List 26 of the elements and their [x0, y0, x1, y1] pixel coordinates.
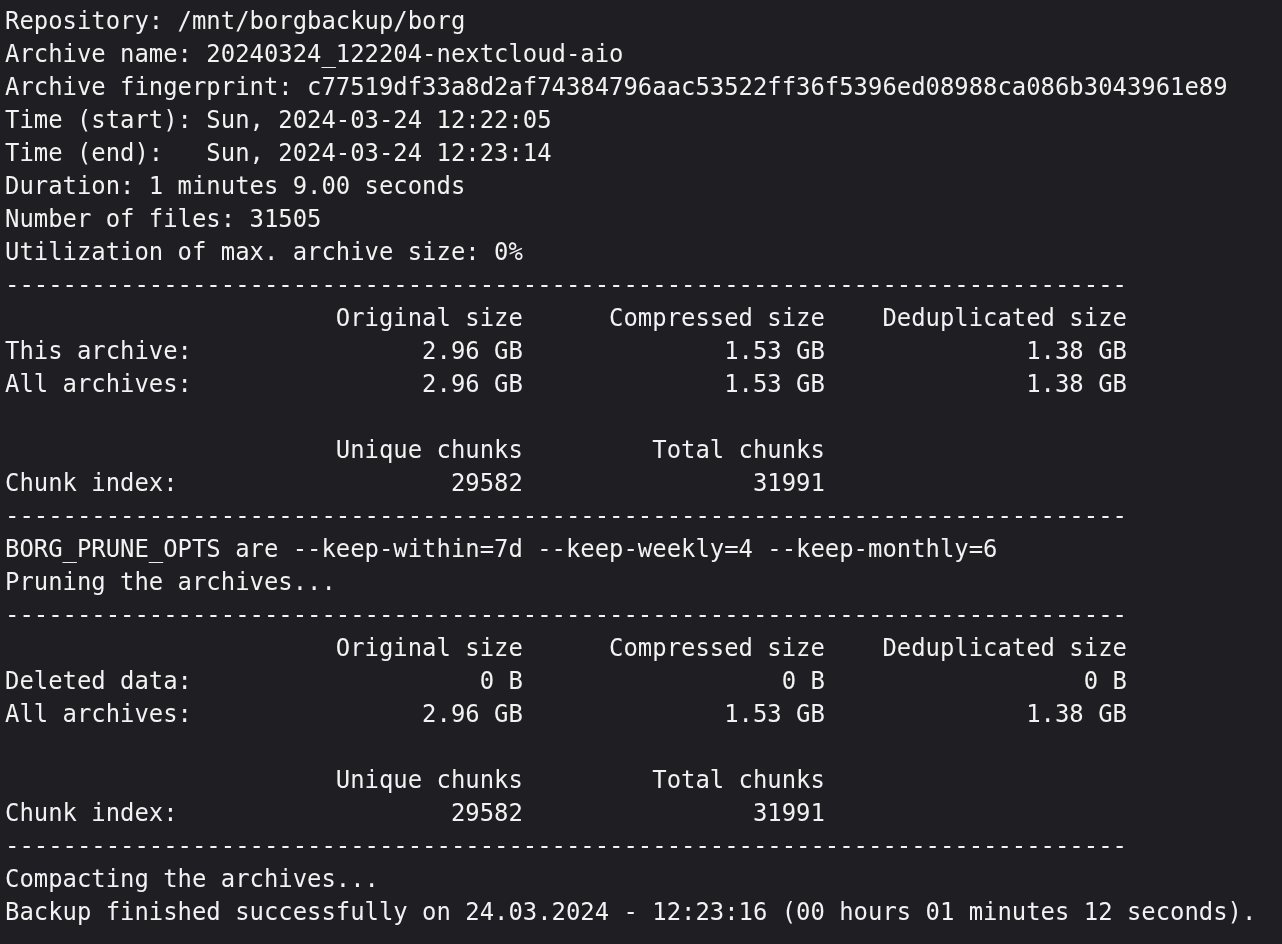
- output-line: Unique chunks Total chunks: [334, 435, 825, 466]
- output-line: Original size Compressed size Deduplicated size: [334, 303, 1127, 334]
- output-line: Backup finished successfully on 24.03.2024 - 12:23:16 (00 hours 01 minutes 12 seconds).: [5, 897, 1257, 928]
- output-line: All archives: 2.96 GB 1.53 GB 1.38 GB: [5, 369, 1127, 400]
- output-line: Chunk index: 29582 31991: [5, 468, 825, 499]
- output-line: Time (start): Sun, 2024-03-24 12:22:05: [5, 105, 552, 136]
- output-line: Number of files: 31505: [5, 204, 322, 235]
- output-line: This archive: 2.96 GB 1.53 GB 1.38 GB: [5, 336, 1127, 367]
- separator-line: ------------------------------------------------------------------------------: [5, 270, 1127, 301]
- output-line: Original size Compressed size Deduplicated size: [334, 633, 1127, 664]
- output-line: Archive name: 20240324_122204-nextcloud-aio: [5, 39, 624, 70]
- output-line: Compacting the archives...: [5, 864, 379, 895]
- output-line: Time (end): Sun, 2024-03-24 12:23:14: [5, 138, 552, 169]
- output-line: Repository: /mnt/borgbackup/borg: [5, 6, 466, 37]
- output-line: All archives: 2.96 GB 1.53 GB 1.38 GB: [5, 699, 1127, 730]
- output-line: Duration: 1 minutes 9.00 seconds: [5, 171, 466, 202]
- output-line: Unique chunks Total chunks: [334, 765, 825, 796]
- output-line: Deleted data: 0 B 0 B 0 B: [5, 666, 1127, 697]
- output-line: Utilization of max. archive size: 0%: [5, 237, 523, 268]
- separator-line: ------------------------------------------------------------------------------: [5, 600, 1127, 631]
- output-line: BORG_PRUNE_OPTS are --keep-within=7d --keep-weekly=4 --keep-monthly=6: [5, 534, 998, 565]
- output-line: Archive fingerprint: c77519df33a8d2af74384796aac53522ff36f5396ed08988ca086b3043961e89: [5, 72, 1228, 103]
- output-line: Pruning the archives...: [5, 567, 336, 598]
- output-line: Chunk index: 29582 31991: [5, 798, 825, 829]
- separator-line: ------------------------------------------------------------------------------: [5, 831, 1127, 862]
- separator-line: ------------------------------------------------------------------------------: [5, 501, 1127, 532]
